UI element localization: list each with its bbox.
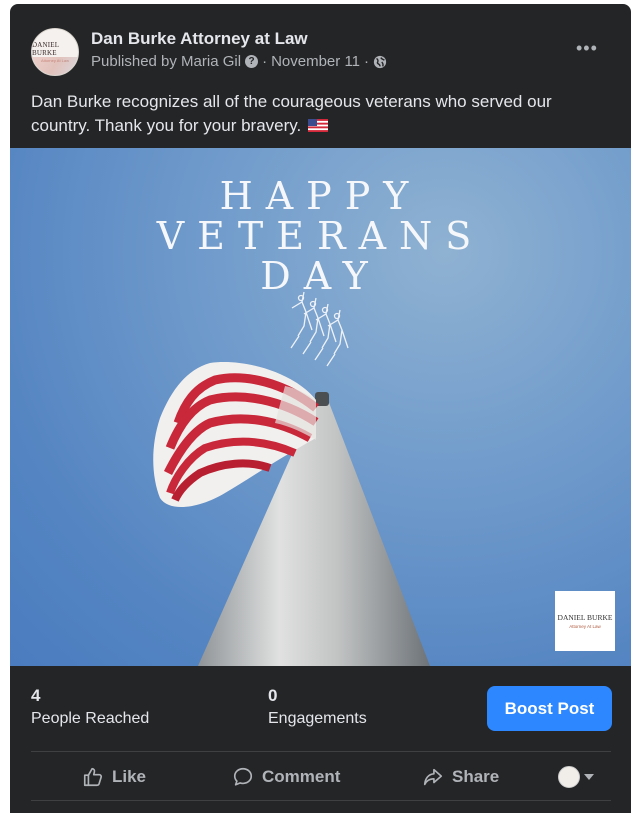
published-by-text[interactable]: Published by Maria Gil — [91, 53, 241, 70]
post-body: Dan Burke recognizes all of the courageo… — [31, 92, 552, 135]
headline-line-3: DAY — [260, 254, 381, 298]
share-label: Share — [452, 767, 500, 786]
us-flag-emoji — [307, 119, 328, 132]
share-arrow-icon — [423, 768, 443, 786]
globe-icon[interactable] — [373, 55, 387, 69]
post-image[interactable]: HAPPY VETERANS DAY DANIEL BURKE Attorney… — [10, 148, 631, 666]
engagements-label: Engagements — [268, 710, 367, 727]
post-insights: 4 People Reached 0 Engagements Boost Pos… — [10, 666, 631, 752]
like-button[interactable]: Like — [82, 762, 146, 792]
post-header: DANIEL BURKE Attorney At Law Dan Burke A… — [10, 4, 631, 86]
brand-logo: DANIEL BURKE Attorney At Law — [555, 591, 615, 651]
comment-label: Comment — [262, 767, 341, 786]
image-headline: HAPPY VETERANS DAY — [10, 176, 631, 296]
meta-separator: · — [364, 53, 370, 70]
avatar-background — [32, 56, 78, 75]
caret-down-icon — [584, 774, 594, 780]
share-button[interactable]: Share — [422, 762, 499, 792]
comment-icon — [233, 767, 253, 786]
brand-logo-subtitle: Attorney At Law — [569, 624, 601, 629]
people-reached-count: 4 — [31, 686, 41, 705]
post-date[interactable]: November 11 — [271, 53, 360, 70]
page-selector-dropdown[interactable] — [558, 766, 594, 788]
boost-post-button[interactable]: Boost Post — [487, 686, 612, 731]
post-meta: Published by Maria Gil ? · November 11 · — [91, 53, 387, 70]
meta-separator: · — [262, 53, 268, 70]
headline-line-1: HAPPY — [219, 174, 422, 218]
page-avatar[interactable]: DANIEL BURKE Attorney At Law — [31, 28, 79, 76]
page-name-link[interactable]: Dan Burke Attorney at Law — [91, 29, 308, 49]
avatar-logo-text: DANIEL BURKE — [32, 41, 59, 57]
people-reached-label: People Reached — [31, 710, 150, 727]
comment-button[interactable]: Comment — [232, 762, 340, 792]
action-bar: Like Comment Share — [10, 752, 631, 800]
engagements-count: 0 — [268, 686, 278, 705]
headline-line-2: VETERANS — [156, 214, 485, 258]
divider — [31, 800, 611, 801]
post-text: Dan Burke recognizes all of the courageo… — [31, 90, 611, 138]
like-label: Like — [112, 767, 147, 786]
soldiers-silhouette — [290, 291, 349, 367]
thumbs-up-icon — [83, 767, 103, 787]
question-icon[interactable]: ? — [245, 55, 259, 68]
post-card: DANIEL BURKE Attorney At Law Dan Burke A… — [10, 4, 631, 813]
more-horizontal-icon[interactable]: ••• — [576, 38, 598, 59]
selector-avatar — [558, 766, 580, 788]
brand-logo-name: DANIEL BURKE — [557, 613, 613, 622]
